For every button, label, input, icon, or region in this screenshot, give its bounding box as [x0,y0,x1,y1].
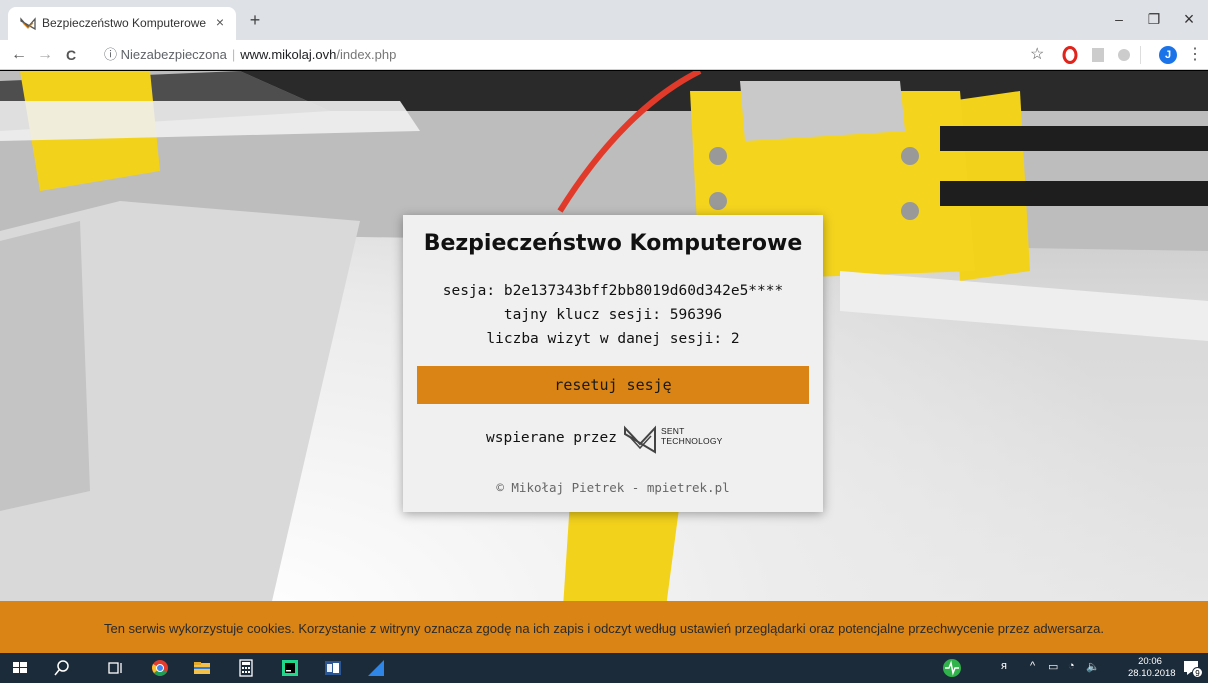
tab-title: Bezpieczeństwo Komputerowe [42,16,207,30]
sponsor-brand-line1: SENT [661,426,685,436]
battery-icon[interactable]: ▭ [1048,660,1058,673]
address-separator: | [231,47,236,62]
sponsor-label: wspierane przez [486,430,617,446]
activity-monitor-icon[interactable] [942,658,962,678]
extension-icon[interactable] [1115,46,1133,64]
volume-icon[interactable]: 🔈 [1086,660,1100,673]
sent-technology-logo-icon[interactable] [623,422,657,456]
pdf-extension-icon[interactable] [1089,46,1107,64]
security-label: Niezabezpieczona [120,47,227,62]
taskbar-clock[interactable]: 20:06 28.10.2018 [1128,656,1176,680]
browser-tab-bar: Bezpieczeństwo Komputerowe × + – ❐ × [0,0,1208,40]
word-icon[interactable] [323,658,343,678]
windows-taskbar: ᴙ ^ ▭ ◔ 🔈 20:06 28.10.2018 9 [0,653,1208,683]
chrome-taskbar-icon[interactable] [150,658,170,678]
wifi-icon[interactable]: ◔ [1068,660,1075,672]
cookie-banner: Ten serwis wykorzystuje cookies. Korzyst… [0,601,1208,653]
browser-toolbar: ← → C ⓘ Niezabezpieczona | www.mikolaj.ovh… [0,40,1208,70]
calculator-icon[interactable] [236,658,256,678]
copyright-text: © Mikołaj Pietrek - mpietrek.pl [496,480,730,495]
url-host: www.mikolaj.ovh [240,47,337,62]
sponsor-section: wspierane przez SENT TECHNOLOGY [403,420,823,460]
task-view-icon[interactable] [106,658,126,678]
sent-logo-favicon-icon [20,17,36,31]
people-icon[interactable]: ᴙ [1001,660,1007,672]
session-secret-key: tajny klucz sesji: 596396 [503,307,723,323]
file-explorer-icon[interactable] [192,658,212,678]
sponsor-brand[interactable]: SENT TECHNOLOGY [661,426,723,446]
url-path: /index.php [336,47,397,62]
session-visit-count: liczba wizyt w danej sesji: 2 [486,331,740,347]
tab-close-icon[interactable]: × [211,13,229,31]
close-window-button[interactable]: × [1176,6,1202,32]
profile-avatar[interactable]: J [1159,46,1177,64]
chevron-up-icon[interactable]: ^ [1030,660,1035,672]
page-title: Bezpieczeństwo Komputerowe [423,231,803,256]
restore-button[interactable]: ❐ [1141,6,1167,32]
app-shortcut-icon[interactable] [366,658,386,678]
address-bar[interactable]: ⓘ Niezabezpieczona | www.mikolaj.ovh/index… [104,44,1024,66]
reload-button[interactable]: C [60,44,82,66]
minimize-button[interactable]: – [1106,6,1132,32]
session-id: sesja: b2e137343bff2bb8019d60d342e5**** [442,283,784,299]
notification-count: 9 [1192,667,1203,678]
opera-extension-icon[interactable] [1061,46,1079,64]
toolbar-divider [1140,46,1141,64]
info-icon[interactable]: ⓘ [104,47,117,62]
clock-time: 20:06 [1138,656,1162,667]
new-tab-button[interactable]: + [245,10,265,30]
pycharm-icon[interactable] [280,658,300,678]
reset-session-button[interactable]: resetuj sesję [417,366,809,404]
clock-date: 28.10.2018 [1128,668,1176,679]
cookie-banner-text: Ten serwis wykorzystuje cookies. Korzyst… [103,621,1105,636]
forward-button[interactable]: → [34,44,56,66]
search-icon[interactable] [52,658,72,678]
browser-menu-button[interactable]: ⋮ [1184,44,1206,66]
action-center-icon[interactable]: 9 [1182,658,1203,678]
bookmark-star-icon[interactable]: ☆ [1030,46,1048,64]
session-card: Bezpieczeństwo Komputerowe sesja: b2e137… [403,215,823,512]
browser-tab[interactable]: Bezpieczeństwo Komputerowe × [8,7,236,40]
back-button[interactable]: ← [8,44,30,66]
page-viewport: Bezpieczeństwo Komputerowe sesja: b2e137… [0,71,1208,653]
sponsor-brand-line2: TECHNOLOGY [661,436,723,446]
windows-start-icon[interactable] [10,658,30,678]
